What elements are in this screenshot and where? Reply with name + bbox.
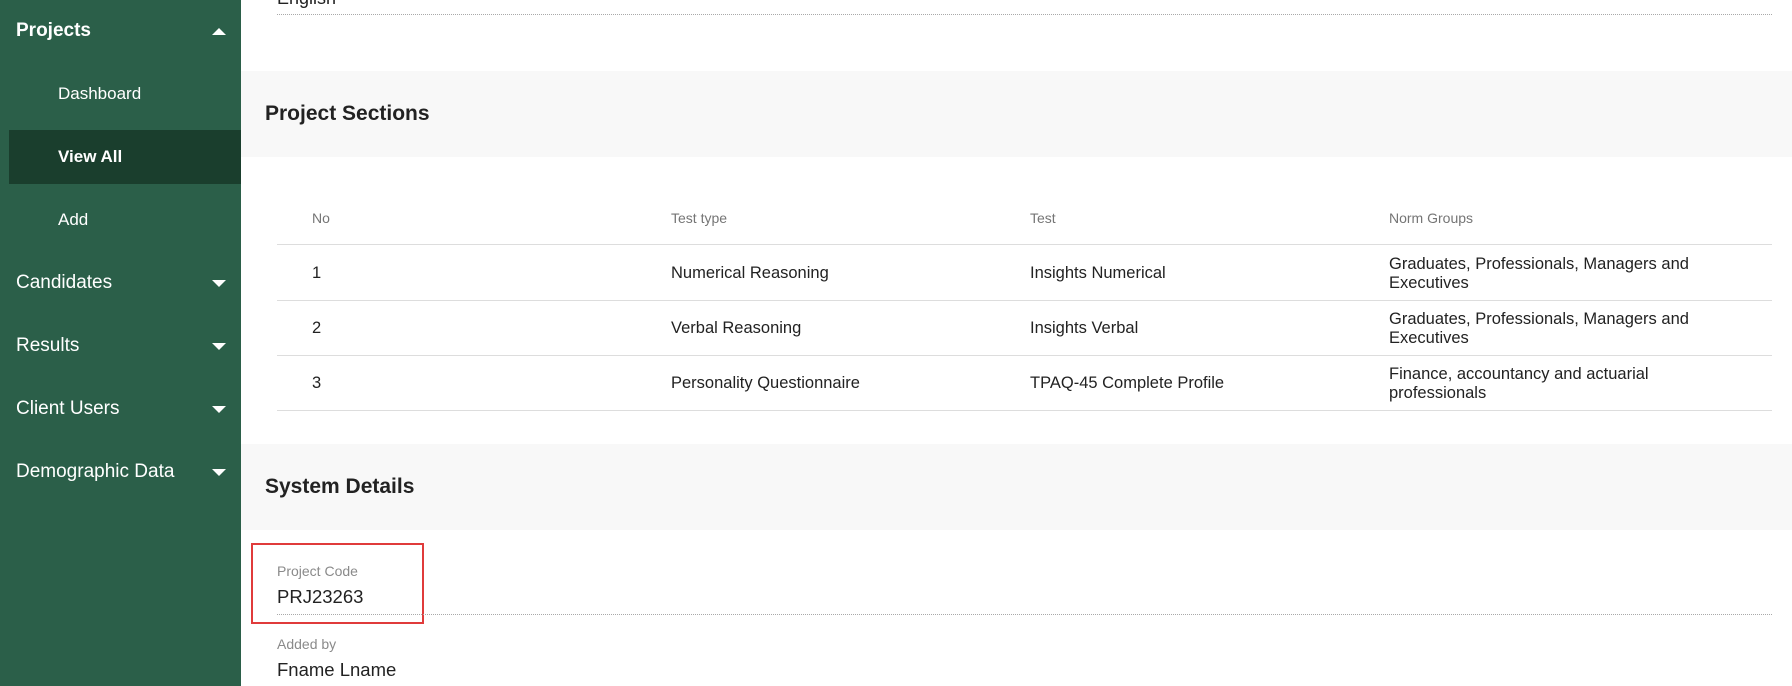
cell-no: 3	[312, 374, 322, 392]
chevron-up-icon	[212, 27, 226, 35]
project-sections-heading: Project Sections	[241, 71, 1792, 157]
added-by-value: Fname Lname	[277, 659, 397, 680]
sidebar-item-label: Dashboard	[58, 84, 142, 103]
chevron-down-icon	[212, 468, 226, 476]
project-code-value: PRJ23263	[277, 586, 364, 607]
chevron-down-icon	[212, 342, 226, 350]
sidebar-item-label: View All	[58, 147, 123, 166]
sidebar-item-label: Add	[58, 210, 89, 229]
cell-norm-groups: Graduates, Professionals, Managers and E…	[1389, 254, 1689, 292]
table-row[interactable]: 3 Personality Questionnaire TPAQ-45 Comp…	[277, 356, 1772, 411]
sidebar-item-label: Candidates	[16, 272, 113, 293]
sidebar-item-results[interactable]: Results	[0, 326, 241, 366]
chevron-down-icon	[212, 405, 226, 413]
cell-test-type: Personality Questionnaire	[671, 374, 860, 392]
field-divider	[277, 614, 1772, 615]
cell-norm-groups: Graduates, Professionals, Managers and E…	[1389, 309, 1689, 347]
language-value: English	[277, 0, 336, 9]
sidebar-item-client-users[interactable]: Client Users	[0, 389, 241, 429]
chevron-down-icon	[212, 279, 226, 287]
table-header-row	[277, 190, 1772, 245]
cell-test: Insights Numerical	[1030, 264, 1166, 282]
sidebar-item-candidates[interactable]: Candidates	[0, 263, 241, 303]
cell-test-type: Numerical Reasoning	[671, 264, 829, 282]
sidebar-item-label: Demographic Data	[16, 461, 175, 482]
cell-test: Insights Verbal	[1030, 319, 1139, 337]
sidebar-item-projects[interactable]: Projects	[0, 11, 241, 51]
added-by-label: Added by	[277, 636, 337, 652]
field-divider	[277, 14, 1772, 15]
sidebar-item-label: Client Users	[16, 398, 120, 419]
sidebar-item-demographic-data[interactable]: Demographic Data	[0, 452, 241, 492]
cell-test: TPAQ-45 Complete Profile	[1030, 374, 1225, 392]
cell-norm-groups: Finance, accountancy and actuarial profe…	[1389, 364, 1649, 402]
sidebar-item-label: Results	[16, 335, 80, 356]
project-code-label: Project Code	[277, 563, 358, 579]
cell-test-type: Verbal Reasoning	[671, 319, 802, 337]
highlight-box	[251, 543, 424, 624]
cell-no: 2	[312, 319, 322, 337]
system-details-heading: System Details	[241, 444, 1792, 530]
sidebar-item-view-all[interactable]: View All	[9, 130, 241, 184]
sidebar-item-add[interactable]: Add	[9, 193, 241, 247]
sidebar: Projects Dashboard View All Add Candidat…	[0, 0, 241, 686]
table-row[interactable]: 1 Numerical Reasoning Insights Numerical…	[277, 246, 1772, 301]
sidebar-item-dashboard[interactable]: Dashboard	[9, 67, 241, 121]
sidebar-item-label: Projects	[16, 20, 91, 41]
main-content: English Project Sections No Test type Te…	[241, 0, 1792, 686]
cell-no: 1	[312, 264, 322, 282]
table-row[interactable]: 2 Verbal Reasoning Insights Verbal Gradu…	[277, 301, 1772, 356]
